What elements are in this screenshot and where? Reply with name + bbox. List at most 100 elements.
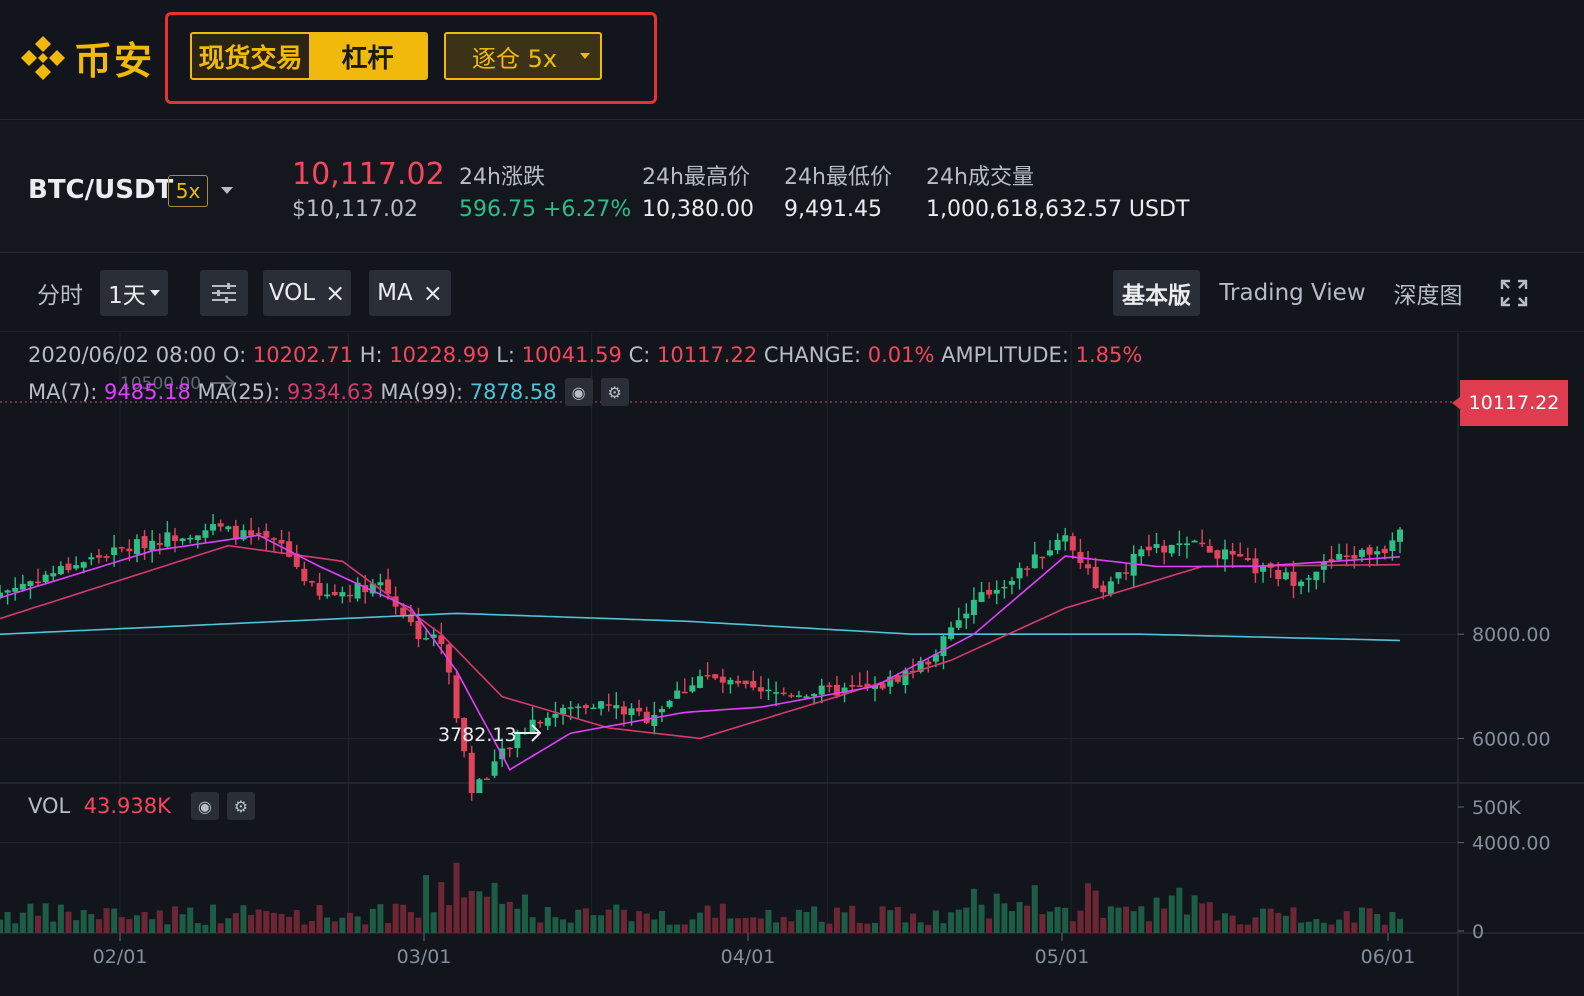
volume-bar	[1358, 907, 1365, 933]
volume-bar	[773, 922, 780, 933]
close-icon[interactable]: ×	[325, 279, 345, 307]
volume-bar	[217, 923, 224, 933]
candle-body	[187, 537, 194, 540]
candle-body	[217, 523, 224, 527]
volume-bar	[864, 923, 871, 933]
volume-bar	[126, 919, 133, 933]
tab-depth-chart[interactable]: 深度图	[1385, 270, 1471, 316]
kline-chart[interactable]: 8000.00 6000.00 4000.00 500K 0 02/01 03/01 04/0…	[0, 333, 1584, 996]
chevron-down-icon	[149, 290, 160, 296]
candle-body	[476, 779, 483, 794]
vol-legend: VOL 43.938K ◉ ⚙	[28, 792, 255, 820]
volume-bar	[27, 903, 34, 933]
volume-bar	[1008, 911, 1015, 933]
chart-gridlines	[0, 333, 1584, 996]
candle-body	[1008, 581, 1015, 585]
candle-body	[255, 533, 262, 535]
fullscreen-button[interactable]	[1493, 270, 1535, 316]
volume-bar	[156, 910, 163, 933]
volume-bar	[742, 918, 749, 933]
volume-bar	[255, 909, 262, 933]
volume-bar	[712, 917, 719, 933]
candle-body	[1054, 539, 1061, 551]
candle-body	[156, 542, 163, 545]
interval-select[interactable]: 1天	[100, 270, 168, 316]
volume-bar	[932, 910, 939, 933]
close-icon[interactable]: ×	[423, 279, 443, 307]
candle-body	[1123, 572, 1130, 574]
candle-body	[423, 638, 430, 640]
volume-bar	[1351, 922, 1358, 933]
tab-basic-view[interactable]: 基本版	[1113, 270, 1200, 316]
ma-legend: MA(7): 9485.18 MA(25): 9334.63 MA(99): 7…	[28, 378, 629, 406]
eye-icon[interactable]: ◉	[190, 792, 219, 820]
candle-body	[35, 581, 42, 584]
ma-indicator-chip[interactable]: MA ×	[369, 270, 451, 316]
volume-bar	[605, 909, 612, 933]
vol-indicator-chip[interactable]: VOL ×	[263, 270, 351, 316]
volume-bar	[50, 921, 57, 933]
candle-body	[757, 687, 764, 692]
volume-bar	[925, 924, 932, 933]
indicator-settings-button[interactable]	[200, 270, 248, 316]
volume-bar	[278, 913, 285, 933]
legend-c-label: C:	[628, 343, 651, 367]
candle-body	[1107, 581, 1114, 594]
volume-bar	[795, 909, 802, 933]
volume-bar	[1100, 917, 1107, 933]
candle-body	[73, 565, 80, 569]
volume-bar	[461, 897, 468, 933]
volume-bar	[849, 905, 856, 933]
candle-body	[544, 717, 551, 726]
volume-bar	[780, 917, 787, 933]
volume-bar	[887, 910, 894, 933]
eye-icon[interactable]: ◉	[564, 378, 593, 406]
volume-bar	[476, 891, 483, 933]
volume-bar	[1343, 911, 1350, 933]
legend-h-value: 10228.99	[389, 343, 490, 367]
candlestick-chart-svg[interactable]: 8000.00 6000.00 4000.00 500K 0 02/01 03/01 04/0…	[0, 333, 1584, 996]
volume-bar	[118, 917, 125, 933]
tab-trading-view[interactable]: Trading View	[1215, 270, 1370, 316]
brand-name: 币安	[74, 39, 155, 83]
volume-bar	[1024, 905, 1031, 933]
vol-tick-label: 500K	[1472, 797, 1521, 819]
legend-amplitude-value: 1.85%	[1075, 343, 1143, 367]
candle-body	[248, 530, 255, 536]
tab-margin[interactable]: 杠杆	[309, 34, 426, 78]
volume-bar	[354, 916, 361, 933]
vol-legend-label: VOL	[28, 794, 71, 818]
volume-bar	[172, 906, 178, 933]
pair-dropdown-icon[interactable]	[221, 187, 233, 194]
volume-bar	[552, 917, 559, 933]
volume-bar	[1305, 921, 1312, 933]
volume-bar	[1176, 887, 1183, 933]
pair-name[interactable]: BTC/USDT	[28, 175, 173, 205]
candle-body	[385, 579, 392, 595]
volume-bar	[986, 918, 993, 933]
ma7-value: 9485.18	[104, 380, 191, 404]
leverage-select[interactable]: 逐仓 5x	[444, 32, 602, 80]
volume-bar	[993, 893, 1000, 933]
candle-body	[316, 582, 323, 596]
volume-bar	[879, 906, 886, 933]
time-sharing-button[interactable]: 分时	[30, 270, 90, 316]
candle-body	[697, 676, 703, 688]
interval-value: 1天	[108, 283, 146, 309]
volume-bar	[1237, 924, 1244, 933]
candle-body	[582, 705, 589, 709]
candle-body	[1298, 581, 1305, 587]
volume-bar	[362, 924, 369, 933]
candle-body	[415, 620, 422, 639]
x-tick-label: 05/01	[1035, 946, 1090, 968]
volume-bar	[1062, 907, 1069, 933]
candle-body	[560, 707, 567, 715]
ma25-label: MA(25):	[197, 380, 281, 404]
settings-icon[interactable]: ⚙	[226, 792, 255, 820]
settings-icon[interactable]: ⚙	[600, 378, 629, 406]
volume-bar	[1069, 921, 1076, 933]
brand-logo[interactable]: 币安	[18, 30, 154, 85]
tab-spot-trading[interactable]: 现货交易	[192, 34, 309, 78]
legend-c-value: 10117.22	[657, 343, 758, 367]
candle-body	[1047, 550, 1053, 556]
